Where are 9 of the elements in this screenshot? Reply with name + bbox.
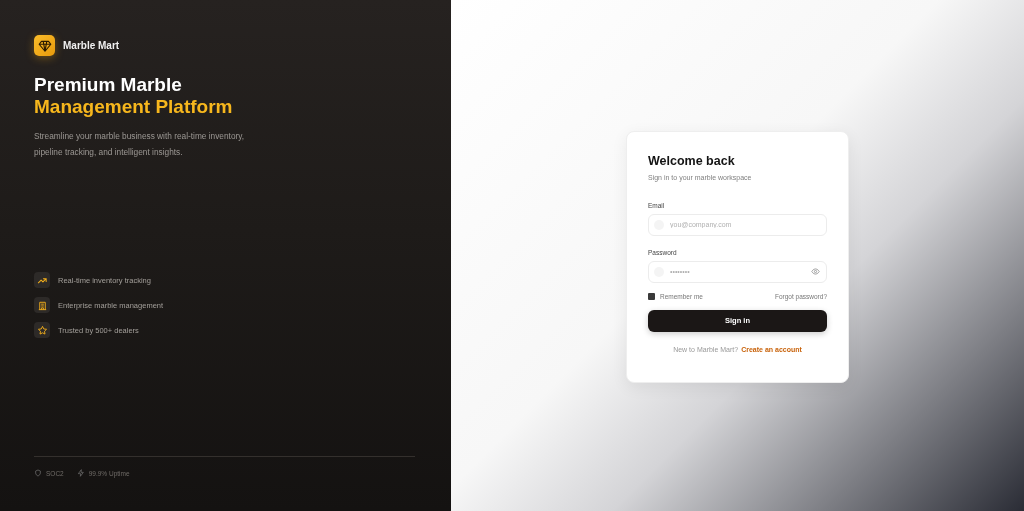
description: Streamline your marble business with real-time inventory, pipeline tracking, and intelligent insights.	[34, 130, 246, 159]
eye-icon	[811, 267, 820, 276]
lightning-icon	[76, 469, 85, 477]
card-title: Welcome back	[648, 153, 736, 168]
shield-icon	[34, 469, 42, 477]
checkbox[interactable]	[648, 292, 655, 300]
headline-accent: Management Platform	[34, 96, 234, 118]
brand-name: Marble Mart	[63, 40, 120, 51]
headline: Premium Marble	[34, 74, 183, 96]
